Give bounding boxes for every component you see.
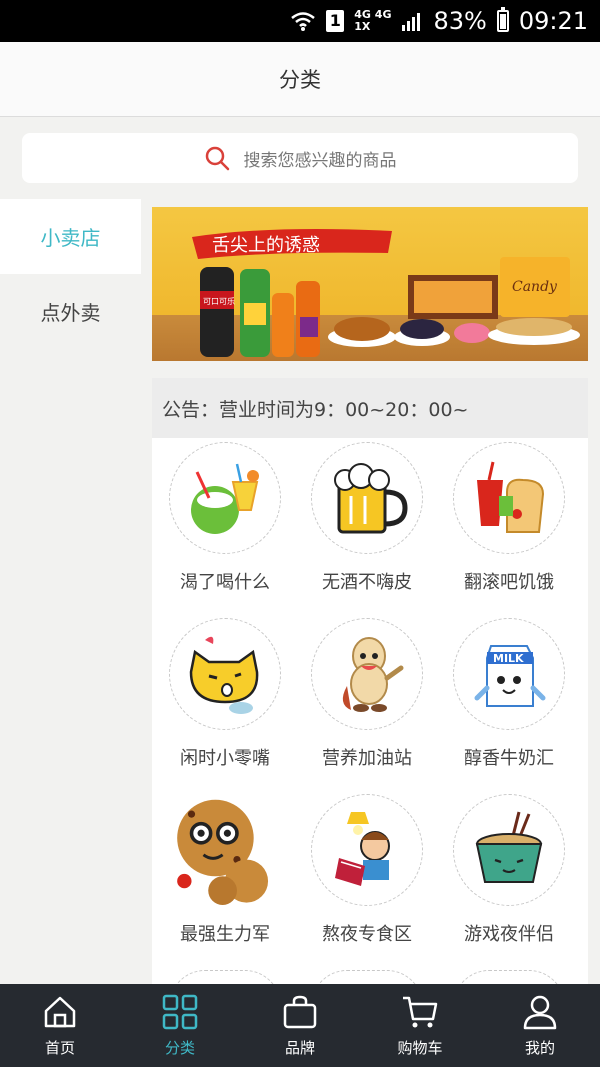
category-content: 舌尖上的诱惑 可口可乐 Candy 公告：营业时间为9：00~20：00~ 渴了… [152, 207, 588, 987]
candy-label: Candy [512, 279, 558, 295]
category-item[interactable]: 闲时小零嘴 [154, 614, 296, 790]
tab-label: 品牌 [284, 1039, 315, 1057]
category-image [453, 442, 565, 554]
search-placeholder: 搜索您感兴趣的商品 [243, 150, 397, 171]
category-image [169, 794, 281, 906]
category-image [169, 442, 281, 554]
sandwich-icon [477, 461, 545, 533]
battery-percent: 83% [433, 7, 487, 35]
category-label: 最强生力军 [180, 924, 270, 945]
beer-mug-icon [334, 463, 408, 534]
category-image [453, 794, 565, 906]
category-label: 翻滚吧饥饿 [464, 572, 554, 593]
banner-image: 舌尖上的诱惑 可口可乐 Candy [192, 229, 580, 357]
cookie-icon [177, 799, 269, 905]
category-item[interactable]: 最强生力军 [154, 790, 296, 966]
battery-icon [496, 7, 509, 32]
tab-home[interactable]: 首页 [0, 984, 120, 1067]
category-sidebar: 小卖店 点外卖 [0, 199, 141, 989]
home-icon [44, 996, 76, 1028]
category-item[interactable]: 渴了喝什么 [154, 438, 296, 614]
category-item[interactable]: MILK 醇香牛奶汇 [438, 614, 580, 790]
tab-cart[interactable]: 购物车 [360, 984, 480, 1067]
category-label: 营养加油站 [322, 748, 412, 769]
category-image [311, 618, 423, 730]
grid-icon [162, 994, 198, 1030]
status-bar: 1 4G 4G 1X 83% 09:21 [0, 0, 600, 42]
promo-banner[interactable]: 舌尖上的诱惑 可口可乐 Candy [152, 207, 588, 361]
tab-profile[interactable]: 我的 [480, 984, 600, 1067]
search-icon [205, 146, 229, 171]
category-item[interactable]: 营养加油站 [296, 614, 438, 790]
category-item[interactable]: 无酒不嗨皮 [296, 438, 438, 614]
page-title: 分类 [279, 68, 321, 92]
network-type: 4G 4G 1X [354, 9, 391, 33]
notice-banner: 公告：营业时间为9：00~20：00~ [152, 378, 588, 438]
noodle-bowl-icon [475, 811, 543, 883]
category-label: 游戏夜伴侣 [464, 924, 554, 945]
category-label: 醇香牛奶汇 [464, 748, 554, 769]
milk-label: MILK [493, 652, 524, 665]
category-label: 渴了喝什么 [180, 572, 270, 593]
category-item[interactable]: 熬夜专食区 [296, 790, 438, 966]
status-indicators: 1 4G 4G 1X 83% 09:21 [290, 0, 588, 42]
cola-label: 可口可乐 [203, 296, 235, 306]
category-label: 熬夜专食区 [322, 924, 412, 945]
tab-label: 我的 [524, 1039, 555, 1057]
sidebar-item-takeout[interactable]: 点外卖 [0, 274, 141, 349]
category-grid: 渴了喝什么 无酒不嗨皮 翻滚吧饥饿 闲时小零嘴 营养加油站 MILK 醇香牛奶汇… [152, 438, 588, 987]
tab-label: 购物车 [397, 1039, 443, 1057]
clock: 09:21 [518, 7, 588, 35]
tab-label: 分类 [164, 1039, 195, 1057]
category-item[interactable]: 翻滚吧饥饿 [438, 438, 580, 614]
bag-icon [283, 995, 317, 1029]
tab-label: 首页 [44, 1039, 75, 1057]
tab-brand[interactable]: 品牌 [240, 984, 360, 1067]
milk-carton-icon: MILK [474, 645, 546, 707]
coconut-drink-icon [191, 463, 259, 534]
network-type-bottom: 1X [354, 20, 371, 33]
bottom-tab-bar: 首页 分类 品牌 购物车 我的 [0, 984, 600, 1067]
cat-snack-icon [189, 636, 259, 714]
signal-icon [402, 13, 421, 31]
category-image: MILK [453, 618, 565, 730]
wifi-icon [291, 12, 316, 31]
sim-indicator: 1 [326, 10, 345, 32]
category-image [311, 794, 423, 906]
notice-text: 公告：营业时间为9：00~20：00~ [162, 398, 469, 421]
cart-icon [403, 996, 438, 1028]
banner-slogan: 舌尖上的诱惑 [212, 235, 320, 256]
search-bar[interactable]: 搜索您感兴趣的商品 [22, 133, 578, 183]
sidebar-item-shop[interactable]: 小卖店 [0, 199, 141, 274]
category-image [311, 442, 423, 554]
user-icon [523, 995, 557, 1030]
page-header: 分类 [0, 42, 600, 117]
category-label: 无酒不嗨皮 [322, 572, 412, 593]
category-label: 闲时小零嘴 [180, 748, 270, 769]
tab-category[interactable]: 分类 [120, 984, 240, 1067]
peanut-icon [342, 637, 404, 712]
night-reading-icon [335, 812, 390, 886]
category-image [169, 618, 281, 730]
category-item[interactable]: 游戏夜伴侣 [438, 790, 580, 966]
